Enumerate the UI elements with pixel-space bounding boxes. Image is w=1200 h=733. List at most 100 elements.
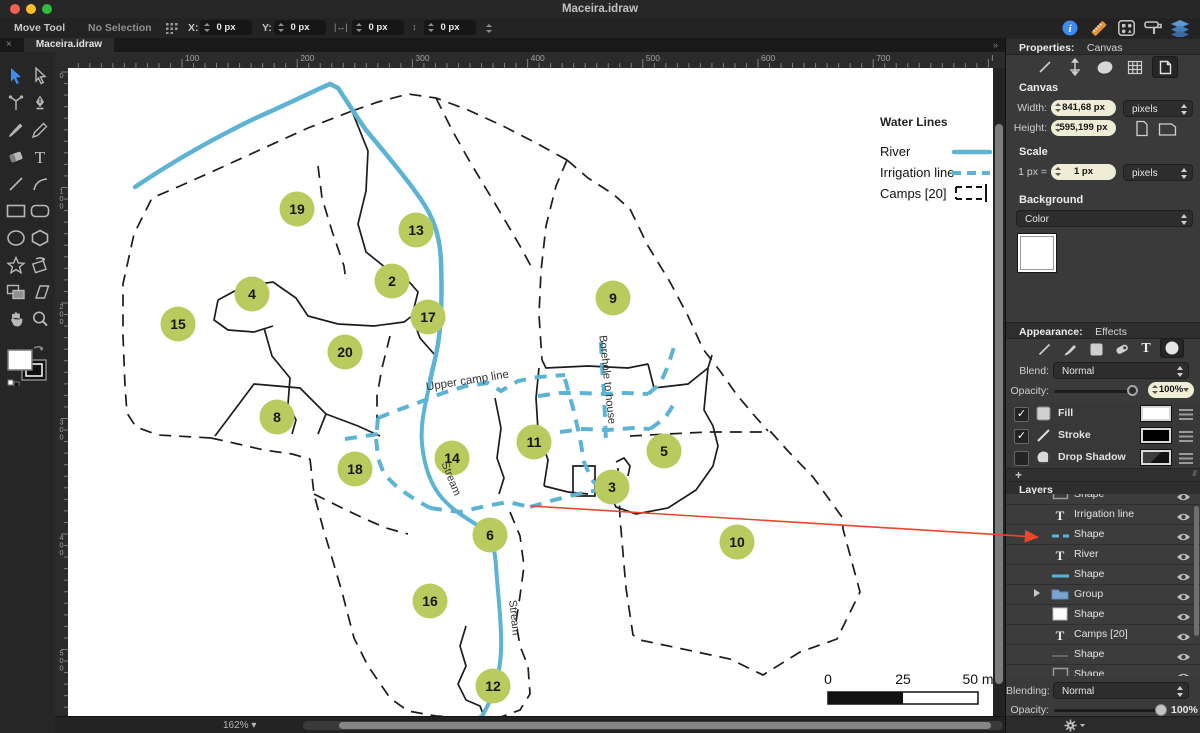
layer-row-shape[interactable]: Shape: [1006, 565, 1200, 585]
document-properties-tab[interactable]: [1152, 56, 1178, 78]
camp-marker[interactable]: 16: [412, 583, 448, 619]
layer-row-irrigation-line[interactable]: T Irrigation line: [1006, 505, 1200, 525]
camp-marker[interactable]: 13: [398, 212, 434, 248]
y-input[interactable]: 0 px: [274, 20, 326, 35]
move-tool-button[interactable]: [4, 64, 28, 88]
camp-marker[interactable]: 17: [410, 299, 446, 335]
brush-tool-button[interactable]: [4, 118, 28, 142]
effect-row-stroke[interactable]: ✓ Stroke: [1006, 425, 1200, 448]
layer-settings-gear-icon[interactable]: [1064, 719, 1086, 732]
ellipse-tool-button[interactable]: [4, 226, 28, 250]
rounded-rectangle-tool-button[interactable]: [28, 199, 52, 223]
x-input[interactable]: 0 px: [200, 20, 252, 35]
camp-marker[interactable]: 5: [646, 433, 682, 469]
effect-drag-handle[interactable]: [1179, 409, 1193, 420]
shear-tool-button[interactable]: [28, 280, 52, 304]
effects-appearance-tab[interactable]: [1160, 338, 1184, 358]
layer-opacity-slider[interactable]: [1054, 709, 1166, 712]
camp-marker[interactable]: 2: [374, 263, 410, 299]
camp-marker[interactable]: 8: [259, 399, 295, 435]
opacity-slider-knob[interactable]: [1127, 385, 1138, 396]
rectangle-tool-button[interactable]: [4, 199, 28, 223]
scale-unit-dropdown[interactable]: pixels: [1123, 164, 1193, 181]
effect-swatch[interactable]: [1141, 450, 1171, 465]
width-input[interactable]: 0 px: [352, 20, 404, 35]
effect-swatch[interactable]: [1141, 406, 1171, 421]
line-tool-button[interactable]: [4, 172, 28, 196]
camp-marker[interactable]: 20: [327, 334, 363, 370]
height-input[interactable]: 0 px: [424, 20, 476, 35]
layer-visibility-eye-icon[interactable]: [1176, 669, 1191, 676]
camp-marker[interactable]: 19: [279, 191, 315, 227]
transform-properties-tab[interactable]: [1062, 56, 1088, 78]
camp-marker[interactable]: 9: [595, 280, 631, 316]
layer-row-shape[interactable]: Shape: [1006, 665, 1200, 676]
brush-appearance-tab[interactable]: [1058, 339, 1082, 359]
add-effect-button[interactable]: +: [1015, 468, 1022, 482]
layer-row-shape[interactable]: Shape: [1006, 645, 1200, 665]
arc-tool-button[interactable]: [28, 172, 52, 196]
background-type-dropdown[interactable]: Color: [1016, 210, 1193, 227]
shape-properties-tab[interactable]: [1092, 56, 1118, 78]
layer-row-camps-20-[interactable]: T Camps [20]: [1006, 625, 1200, 645]
canvas-width-input[interactable]: 841,68 px: [1051, 100, 1116, 116]
landscape-orientation-icon[interactable]: [1158, 121, 1177, 137]
zoom-tool-button[interactable]: [28, 307, 52, 331]
alignment-grid-icon[interactable]: [166, 23, 178, 34]
size-stepper[interactable]: [486, 24, 492, 33]
stroke-properties-tab[interactable]: [1032, 56, 1058, 78]
style-roller-icon[interactable]: [1144, 20, 1162, 36]
fill-appearance-tab[interactable]: [1084, 339, 1108, 359]
layers-scrollbar[interactable]: [1194, 506, 1199, 636]
eraser-tool-button[interactable]: [4, 145, 28, 169]
pencil-tool-button[interactable]: [28, 118, 52, 142]
camp-marker[interactable]: 10: [719, 524, 755, 560]
layer-blending-dropdown[interactable]: Normal: [1053, 682, 1189, 699]
drawing-canvas[interactable]: 19 13 2 4 17 15 20 9 8 11 5 14 18 3 6 10 16 12 Upper camp…: [68, 68, 993, 716]
effect-checkbox[interactable]: ✓: [1014, 429, 1029, 444]
document-tab[interactable]: Maceira.idraw: [24, 38, 114, 52]
camp-marker[interactable]: 3: [594, 469, 630, 505]
background-color-swatch[interactable]: [1018, 234, 1056, 272]
panel-resize-grip[interactable]: ///: [1192, 469, 1197, 478]
opacity-input[interactable]: 100%: [1148, 382, 1194, 398]
camp-marker[interactable]: 12: [475, 668, 511, 704]
camp-marker[interactable]: 4: [234, 276, 270, 312]
layers-panel-icon[interactable]: [1170, 19, 1190, 37]
direct-select-tool-button[interactable]: [28, 64, 52, 88]
camp-marker[interactable]: 18: [337, 451, 373, 487]
shape-library-icon[interactable]: [1118, 20, 1135, 36]
width-unit-dropdown[interactable]: pixels: [1123, 100, 1193, 117]
portrait-orientation-icon[interactable]: [1134, 120, 1150, 137]
layer-row-shape[interactable]: Shape: [1006, 494, 1200, 505]
pen-tool-button[interactable]: [28, 91, 52, 115]
layer-row-shape[interactable]: Shape: [1006, 525, 1200, 545]
tab-close-icon[interactable]: ×: [6, 38, 12, 52]
effect-row-fill[interactable]: ✓ Fill: [1006, 403, 1200, 426]
grid-properties-tab[interactable]: [1122, 56, 1148, 78]
canvas-height-input[interactable]: 595,199 px: [1051, 120, 1116, 136]
rotate-shape-tool-button[interactable]: [28, 253, 52, 277]
canvas-vertical-scrollbar[interactable]: [993, 68, 1005, 716]
effect-drag-handle[interactable]: [1179, 431, 1193, 442]
opacity-slider[interactable]: [1054, 390, 1138, 393]
polygon-tool-button[interactable]: [28, 226, 52, 250]
camp-marker[interactable]: 11: [516, 424, 552, 460]
group-disclosure-triangle[interactable]: [1034, 589, 1040, 597]
layer-opacity-knob[interactable]: [1155, 704, 1167, 716]
effect-checkbox[interactable]: [1014, 451, 1029, 466]
star-tool-button[interactable]: [4, 253, 28, 277]
layer-row-river[interactable]: T River: [1006, 545, 1200, 565]
effect-drag-handle[interactable]: [1179, 453, 1193, 464]
effect-swatch[interactable]: [1141, 428, 1171, 443]
combine-shapes-tool-button[interactable]: [4, 280, 28, 304]
text-appearance-tab[interactable]: T: [1134, 339, 1158, 359]
active-tool-label[interactable]: Move Tool: [14, 22, 65, 34]
effect-checkbox[interactable]: ✓: [1014, 407, 1029, 422]
layer-row-group[interactable]: Group: [1006, 585, 1200, 605]
scale-value-input[interactable]: 1 px: [1051, 164, 1116, 180]
eraser-appearance-tab[interactable]: [1110, 339, 1134, 359]
stroke-appearance-tab[interactable]: [1032, 339, 1056, 359]
node-tool-button[interactable]: [4, 91, 28, 115]
ruler-icon[interactable]: [1090, 20, 1108, 37]
